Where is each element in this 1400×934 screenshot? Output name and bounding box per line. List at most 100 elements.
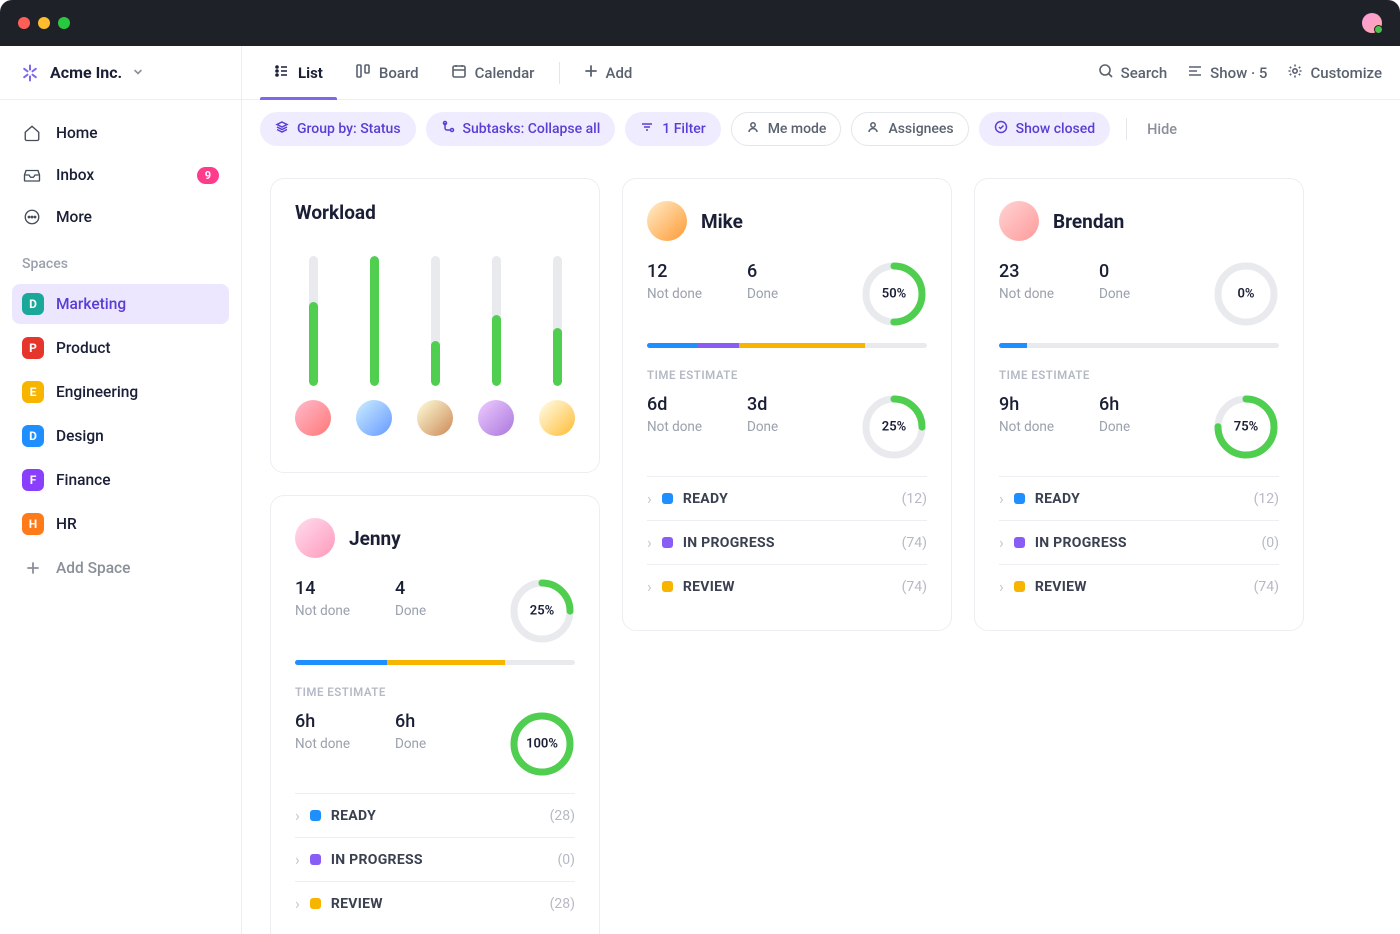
search-button[interactable]: Search [1098, 63, 1168, 83]
time-done-value: 3d [747, 394, 827, 415]
customize-button[interactable]: Customize [1287, 63, 1382, 83]
subtasks-pill[interactable]: Subtasks: Collapse all [426, 112, 616, 146]
hide-button[interactable]: Hide [1147, 121, 1177, 138]
status-row-review[interactable]: › REVIEW (28) [295, 881, 575, 925]
workspace-logo-icon [20, 63, 40, 83]
status-row-in-progress[interactable]: › IN PROGRESS (74) [647, 520, 927, 564]
status-name: IN PROGRESS [331, 852, 423, 868]
avatar[interactable] [647, 201, 687, 241]
view-tab-list[interactable]: List [260, 46, 337, 100]
group-by-pill[interactable]: Group by: Status [260, 112, 416, 146]
workload-bar[interactable] [539, 256, 575, 436]
close-window-icon[interactable] [18, 17, 30, 29]
tasks-done-value: 4 [395, 578, 475, 599]
gear-icon [1287, 63, 1303, 83]
status-row-review[interactable]: › REVIEW (74) [999, 564, 1279, 608]
card-title: Workload [295, 201, 575, 224]
show-columns-button[interactable]: Show · 5 [1187, 63, 1267, 83]
status-row-ready[interactable]: › READY (12) [647, 476, 927, 520]
status-row-in-progress[interactable]: › IN PROGRESS (0) [999, 520, 1279, 564]
workspace-switcher[interactable]: Acme Inc. [0, 46, 241, 100]
add-space-button[interactable]: Add Space [12, 548, 229, 588]
filter-bar: Group by: Status Subtasks: Collapse all … [242, 100, 1400, 158]
view-tab-board[interactable]: Board [341, 46, 433, 100]
avatar[interactable] [295, 518, 335, 558]
maximize-window-icon[interactable] [58, 17, 70, 29]
status-name: READY [1035, 491, 1080, 507]
home-icon [22, 123, 42, 143]
person-card-mike: Mike 12 Not done 6 Done [622, 178, 952, 631]
nav-inbox[interactable]: Inbox 9 [12, 156, 229, 194]
divider [1126, 118, 1127, 140]
tasks-not-done-value: 23 [999, 261, 1079, 282]
status-row-ready[interactable]: › READY (28) [295, 793, 575, 837]
tasks-donut: 25% [509, 578, 575, 644]
workload-bar[interactable] [295, 256, 331, 436]
space-engineering[interactable]: E Engineering [12, 372, 229, 412]
chevron-right-icon: › [999, 533, 1004, 552]
tasks-donut: 0% [1213, 261, 1279, 327]
status-count: (12) [1254, 491, 1279, 507]
nav-more[interactable]: More [12, 198, 229, 236]
status-color-icon [662, 493, 673, 504]
current-user-avatar[interactable] [1362, 13, 1382, 33]
calendar-icon [451, 63, 467, 83]
pill-label: Assignees [888, 121, 953, 137]
space-product[interactable]: P Product [12, 328, 229, 368]
status-row-ready[interactable]: › READY (12) [999, 476, 1279, 520]
status-count: (28) [550, 808, 575, 824]
person-icon [866, 120, 880, 138]
workload-chart [295, 242, 575, 450]
status-row-in-progress[interactable]: › IN PROGRESS (0) [295, 837, 575, 881]
add-space-label: Add Space [56, 559, 130, 577]
workload-bar[interactable] [478, 256, 514, 436]
status-count: (12) [902, 491, 927, 507]
add-view-button[interactable]: Add [570, 46, 647, 100]
status-color-icon [662, 581, 673, 592]
chevron-right-icon: › [295, 806, 300, 825]
space-hr[interactable]: H HR [12, 504, 229, 544]
avatar[interactable] [999, 201, 1039, 241]
time-done-value: 6h [1099, 394, 1179, 415]
status-color-icon [310, 810, 321, 821]
donut-percent: 0% [1237, 287, 1254, 302]
minimize-window-icon[interactable] [38, 17, 50, 29]
window-controls[interactable] [18, 17, 70, 29]
time-donut: 25% [861, 394, 927, 460]
window-titlebar [0, 0, 1400, 46]
workload-bar[interactable] [417, 256, 453, 436]
chevron-right-icon: › [295, 850, 300, 869]
stat-label: Not done [295, 603, 375, 619]
space-finance[interactable]: F Finance [12, 460, 229, 500]
stat-label: Done [747, 419, 827, 435]
pill-label: Me mode [768, 121, 827, 137]
status-count: (0) [557, 852, 575, 868]
chevron-right-icon: › [295, 894, 300, 913]
show-closed-pill[interactable]: Show closed [979, 112, 1110, 146]
status-color-icon [1014, 493, 1025, 504]
space-design[interactable]: D Design [12, 416, 229, 456]
donut-percent: 25% [530, 604, 554, 619]
status-row-review[interactable]: › REVIEW (74) [647, 564, 927, 608]
time-donut: 100% [509, 711, 575, 777]
assignees-pill[interactable]: Assignees [851, 112, 968, 146]
workload-bar[interactable] [356, 256, 392, 436]
tab-label: Calendar [475, 64, 535, 82]
space-marketing[interactable]: D Marketing [12, 284, 229, 324]
view-tab-calendar[interactable]: Calendar [437, 46, 549, 100]
status-color-icon [310, 854, 321, 865]
status-count: (0) [1261, 535, 1279, 551]
nav-home[interactable]: Home [12, 114, 229, 152]
me-mode-pill[interactable]: Me mode [731, 112, 842, 146]
avatar [356, 400, 392, 436]
space-icon: E [22, 381, 44, 403]
tasks-done-value: 6 [747, 261, 827, 282]
space-icon: H [22, 513, 44, 535]
status-name: READY [683, 491, 728, 507]
chevron-right-icon: › [999, 577, 1004, 596]
filter-pill[interactable]: 1 Filter [625, 112, 720, 146]
stat-label: Not done [999, 286, 1079, 302]
status-name: REVIEW [1035, 579, 1087, 595]
tab-label: Board [379, 64, 419, 82]
person-card-brendan: Brendan 23 Not done 0 Done [974, 178, 1304, 631]
